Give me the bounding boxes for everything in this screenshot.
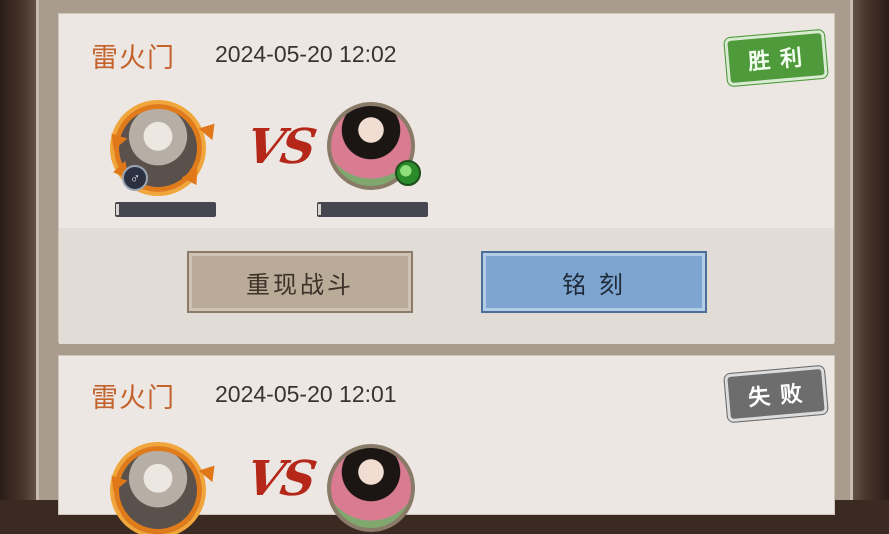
- background-right: [849, 0, 889, 500]
- jade-gem-icon: [395, 160, 421, 186]
- versus-label: VS: [242, 451, 318, 507]
- battle-record-card: 雷火门 2024-05-20 12:01 失败 VS: [58, 355, 835, 534]
- replay-battle-button[interactable]: 重现战斗: [187, 251, 413, 313]
- maple-leaf-icon: [198, 117, 222, 141]
- battle-record-card: 雷火门 2024-05-20 12:02 胜利 ♂ VS 重现战斗 铭 刻: [58, 13, 835, 344]
- engrave-label: 铭 刻: [562, 271, 626, 299]
- opponent-name-bar: [317, 202, 428, 217]
- male-symbol-icon: ♂: [122, 165, 148, 191]
- defeat-stamp: 失败: [724, 365, 828, 423]
- sect-name: 雷火门: [91, 383, 175, 414]
- background-left: [0, 0, 40, 500]
- engrave-button[interactable]: 铭 刻: [481, 251, 707, 313]
- replay-battle-label: 重现战斗: [246, 271, 354, 299]
- versus-label: VS: [242, 119, 318, 175]
- battle-time: 2024-05-20 12:01: [215, 381, 397, 407]
- battle-record-panel: 雷火门 2024-05-20 12:02 胜利 ♂ VS 重现战斗 铭 刻 雷火…: [36, 0, 853, 534]
- player-name-bar: [115, 202, 216, 217]
- sect-name: 雷火门: [91, 43, 175, 74]
- victory-stamp: 胜利: [724, 29, 828, 87]
- player-avatar[interactable]: [114, 446, 202, 534]
- battle-time: 2024-05-20 12:02: [215, 41, 397, 67]
- action-bar: 重现战斗 铭 刻: [59, 228, 834, 344]
- opponent-avatar[interactable]: [327, 444, 415, 532]
- maple-leaf-icon: [198, 459, 222, 483]
